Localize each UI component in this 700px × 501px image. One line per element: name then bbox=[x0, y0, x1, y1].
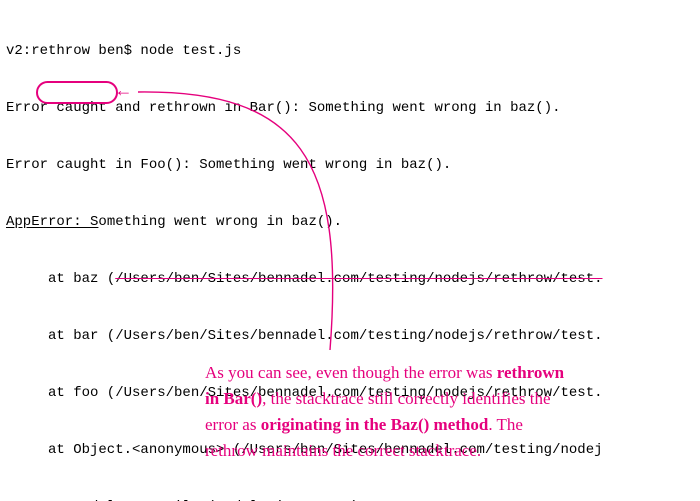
annotation-line: error as originating in the Baz() method… bbox=[205, 412, 675, 438]
annotation-bold: rethrown bbox=[497, 363, 564, 382]
output-line: AppError: Something went wrong in baz(). bbox=[6, 213, 700, 232]
annotation-text: , the stacktrace still correctly identif… bbox=[262, 389, 550, 408]
command-text: node test.js bbox=[140, 43, 241, 59]
annotation-bold: originating in the Baz() method bbox=[261, 415, 489, 434]
underlined-text: AppError: S bbox=[6, 214, 98, 230]
arrow-glyph: ← bbox=[118, 82, 129, 102]
prompt-line-1: v2:rethrow ben$ node test.js bbox=[6, 42, 700, 61]
annotation-line: rethrow maintains the correct stacktrace… bbox=[205, 438, 675, 464]
output-line: Error caught in Foo(): Something went wr… bbox=[6, 156, 700, 175]
struck-path: /Users/ben/Sites/bennadel.com/testing/no… bbox=[115, 271, 602, 287]
annotation-bold: in Bar() bbox=[205, 389, 262, 408]
annotation-note: As you can see, even though the error wa… bbox=[205, 360, 675, 464]
annotation-text: . The bbox=[488, 415, 523, 434]
stack-fn: at baz bbox=[48, 271, 107, 287]
output-text: omething went wrong in baz(). bbox=[98, 214, 342, 230]
stack-line: at bar (/Users/ben/Sites/bennadel.com/te… bbox=[6, 327, 700, 346]
shell-prompt: v2:rethrow ben$ bbox=[6, 43, 140, 59]
annotation-text: As you can see, even though the error wa… bbox=[205, 363, 497, 382]
annotation-text: rethrow maintains the correct stacktrace… bbox=[205, 441, 481, 460]
output-line: Error caught and rethrown in Bar(): Some… bbox=[6, 99, 700, 118]
annotation-line: As you can see, even though the error wa… bbox=[205, 360, 675, 386]
paren: ( bbox=[107, 271, 115, 287]
annotation-text: error as bbox=[205, 415, 261, 434]
stack-line-baz: at baz (/Users/ben/Sites/bennadel.com/te… bbox=[6, 270, 700, 289]
annotation-line: in Bar(), the stacktrace still correctly… bbox=[205, 386, 675, 412]
